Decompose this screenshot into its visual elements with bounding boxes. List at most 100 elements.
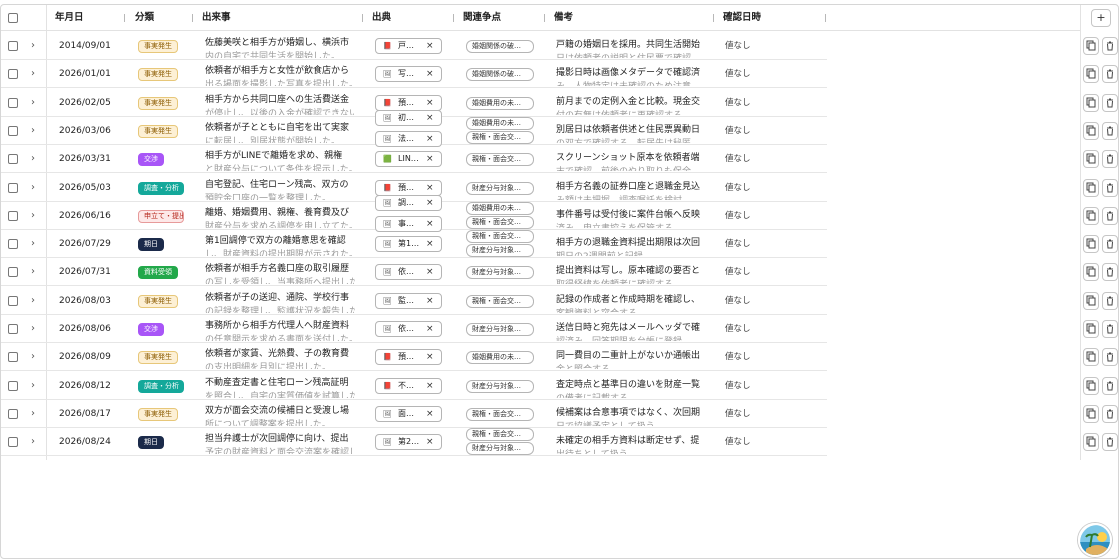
- delete-row-button[interactable]: [1102, 37, 1118, 55]
- issue-tag[interactable]: 婚姻関係の破…: [466, 40, 534, 53]
- remove-source-icon[interactable]: ×: [426, 407, 434, 421]
- duplicate-row-button[interactable]: [1083, 291, 1099, 310]
- duplicate-row-button[interactable]: [1083, 376, 1099, 395]
- remove-source-icon[interactable]: ×: [426, 217, 434, 231]
- row-checkbox[interactable]: [8, 408, 18, 419]
- chevron-right-icon[interactable]: ›: [31, 258, 39, 286]
- row-checkbox[interactable]: [8, 267, 18, 278]
- remove-source-icon[interactable]: ×: [426, 350, 434, 364]
- row-checkbox[interactable]: [8, 380, 18, 391]
- delete-row-button[interactable]: [1102, 291, 1118, 310]
- table-row[interactable]: › 2026/07/29 期日 第1回調停で双方の離婚意思を確認 し、財産資料の提出期限…: [1, 230, 827, 259]
- remove-source-icon[interactable]: ×: [426, 265, 434, 279]
- duplicate-row-button[interactable]: [1083, 263, 1099, 282]
- row-checkbox[interactable]: [8, 125, 18, 136]
- issue-tag[interactable]: 婚姻費用の未…: [466, 96, 534, 110]
- issue-tag[interactable]: 婚姻費用の未…: [466, 116, 534, 130]
- remove-source-icon[interactable]: ×: [426, 237, 434, 251]
- row-checkbox[interactable]: [8, 324, 18, 334]
- chevron-right-icon[interactable]: ›: [31, 117, 39, 145]
- issue-tag[interactable]: 婚姻費用の未…: [466, 201, 534, 215]
- column-header-confirmed[interactable]: 確認日時: [723, 5, 761, 31]
- row-checkbox[interactable]: [8, 41, 18, 51]
- delete-row-button[interactable]: [1102, 121, 1118, 140]
- column-resize-handle[interactable]: [544, 14, 545, 22]
- duplicate-row-button[interactable]: [1083, 121, 1099, 140]
- column-header-category[interactable]: 分類: [135, 5, 154, 31]
- duplicate-row-button[interactable]: [1083, 178, 1099, 197]
- delete-row-button[interactable]: [1102, 235, 1118, 254]
- remove-source-icon[interactable]: ×: [426, 379, 434, 393]
- table-row[interactable]: › 2026/03/06 事実発生 依頼者が子とともに自宅を出て実家 に転居し、別居状態…: [1, 109, 827, 147]
- issue-tag[interactable]: 財産分与対象…: [466, 442, 534, 456]
- source-chip[interactable]: 📕 預… ×: [375, 94, 442, 111]
- column-header-issues[interactable]: 関連争点: [463, 5, 501, 31]
- source-chip[interactable]: 🖼 依… ×: [375, 321, 442, 337]
- table-row[interactable]: › 2026/08/06 交渉 事務所から相手方代理人へ財産資料 の任意開示を求める書面…: [1, 315, 827, 343]
- duplicate-row-button[interactable]: [1083, 404, 1099, 423]
- chevron-right-icon[interactable]: ›: [31, 428, 39, 456]
- row-checkbox[interactable]: [8, 210, 18, 221]
- source-chip[interactable]: 🖼 第2… ×: [375, 434, 442, 451]
- table-row[interactable]: › 2026/08/24 期日 担当弁護士が次回調停に向け、提出 予定の財産資料と面会交…: [1, 428, 827, 457]
- duplicate-row-button[interactable]: [1083, 433, 1099, 452]
- remove-source-icon[interactable]: ×: [426, 181, 434, 195]
- issue-tag[interactable]: 婚姻関係の破…: [466, 68, 534, 82]
- row-checkbox[interactable]: [8, 97, 18, 108]
- delete-row-button[interactable]: [1102, 206, 1118, 225]
- column-resize-handle[interactable]: [825, 14, 826, 22]
- source-chip[interactable]: 📕 戸… ×: [375, 38, 442, 54]
- delete-row-button[interactable]: [1102, 376, 1118, 395]
- row-checkbox[interactable]: [8, 352, 18, 363]
- table-row[interactable]: › 2026/06/16 申立て・提出 離婚、婚姻費用、親権、養育費及び 財産分与を求め…: [1, 194, 827, 232]
- issue-tag[interactable]: 財産分与対象…: [466, 181, 534, 195]
- delete-row-button[interactable]: [1102, 150, 1118, 169]
- issue-tag[interactable]: 親権・面会交…: [466, 153, 534, 167]
- remove-source-icon[interactable]: ×: [426, 152, 434, 166]
- issue-tag[interactable]: 親権・面会交…: [466, 428, 534, 442]
- source-chip[interactable]: 🖼 調… ×: [375, 194, 442, 211]
- chevron-right-icon[interactable]: ›: [31, 343, 39, 371]
- duplicate-row-button[interactable]: [1083, 37, 1099, 55]
- remove-source-icon[interactable]: ×: [426, 96, 434, 110]
- duplicate-row-button[interactable]: [1083, 65, 1099, 84]
- chevron-right-icon[interactable]: ›: [31, 400, 39, 428]
- chevron-right-icon[interactable]: ›: [31, 230, 39, 258]
- column-resize-handle[interactable]: [362, 14, 363, 22]
- chevron-right-icon[interactable]: ›: [31, 202, 39, 230]
- delete-row-button[interactable]: [1102, 348, 1118, 367]
- remove-source-icon[interactable]: ×: [426, 196, 434, 210]
- chevron-right-icon[interactable]: ›: [31, 174, 39, 202]
- issue-tag[interactable]: 親権・面会交…: [466, 407, 534, 421]
- duplicate-row-button[interactable]: [1083, 206, 1099, 225]
- duplicate-row-button[interactable]: [1083, 235, 1099, 254]
- remove-source-icon[interactable]: ×: [426, 294, 434, 308]
- column-header-event[interactable]: 出来事: [202, 5, 231, 31]
- issue-tag[interactable]: 親権・面会交…: [466, 230, 534, 244]
- row-checkbox[interactable]: [8, 69, 18, 80]
- column-header-notes[interactable]: 備考: [554, 5, 573, 31]
- delete-row-button[interactable]: [1102, 404, 1118, 423]
- table-row[interactable]: › 2026/08/12 調査・分析 不動産査定書と住宅ローン残高証明 を照合し、自宅の…: [1, 372, 827, 400]
- row-checkbox[interactable]: [8, 154, 18, 165]
- select-all-checkbox[interactable]: [8, 13, 18, 23]
- chevron-right-icon[interactable]: ›: [31, 145, 39, 173]
- delete-row-button[interactable]: [1102, 320, 1118, 338]
- duplicate-row-button[interactable]: [1083, 348, 1099, 367]
- column-resize-handle[interactable]: [192, 14, 193, 22]
- issue-tag[interactable]: 財産分与対象…: [466, 244, 534, 258]
- source-chip[interactable]: 🖼 依… ×: [375, 264, 442, 281]
- source-chip[interactable]: 🖼 初… ×: [375, 109, 442, 126]
- user-avatar[interactable]: [1078, 523, 1112, 557]
- duplicate-row-button[interactable]: [1083, 320, 1099, 338]
- column-resize-handle[interactable]: [713, 14, 714, 22]
- chevron-right-icon[interactable]: ›: [31, 32, 39, 60]
- column-resize-handle[interactable]: [124, 14, 125, 22]
- column-header-date[interactable]: 年月日: [55, 5, 84, 31]
- source-chip[interactable]: 📕 不… ×: [375, 377, 442, 394]
- table-row[interactable]: › 2026/08/17 事実発生 双方が面会交流の候補日と受渡し場 所について調整案を…: [1, 400, 827, 428]
- row-checkbox[interactable]: [8, 437, 18, 448]
- chevron-right-icon[interactable]: ›: [31, 372, 39, 400]
- delete-row-button[interactable]: [1102, 65, 1118, 84]
- remove-source-icon[interactable]: ×: [426, 67, 434, 81]
